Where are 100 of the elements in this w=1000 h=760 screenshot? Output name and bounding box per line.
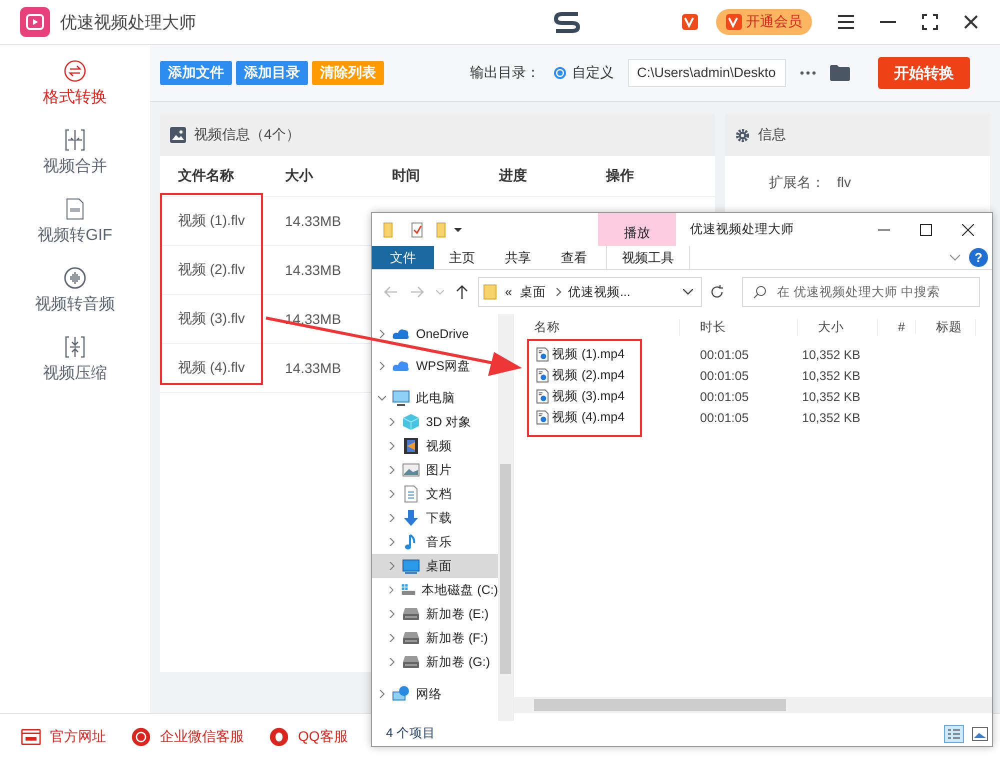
column-header[interactable]: 大小 (798, 318, 878, 336)
sidebar-item[interactable]: 视频合并 (0, 128, 150, 197)
ribbon-tab[interactable]: 主页 (434, 246, 490, 269)
table-cell-text: 14.33MB (284, 213, 342, 229)
panel-title: 信息 (758, 126, 786, 144)
swap-arrows-icon (63, 59, 87, 83)
monitor-icon (402, 557, 420, 575)
column-header: 时间 (391, 167, 421, 185)
video-file-icon (536, 347, 549, 362)
file-row[interactable]: 视频 (4).mp4 00:01:05 10,352 KB (514, 407, 992, 428)
chevron-right-icon[interactable] (388, 490, 396, 498)
column-header[interactable]: 名称 (514, 318, 680, 336)
chevron-right-icon[interactable] (378, 330, 386, 338)
chevron-right-icon[interactable] (388, 610, 396, 618)
maximize-icon[interactable] (920, 224, 932, 236)
chevron-right-icon[interactable] (388, 466, 396, 474)
ribbon-tab[interactable]: 文件 (372, 246, 434, 269)
nav-tree-item[interactable]: 音乐 (372, 530, 498, 554)
up-icon[interactable] (456, 285, 468, 299)
footer-link[interactable]: 官方网址 (20, 727, 106, 747)
column-header[interactable]: 标题 (916, 318, 976, 336)
column-header: 文件名称 (177, 167, 235, 185)
minimize-icon[interactable] (878, 228, 890, 230)
chevron-right-icon[interactable] (388, 538, 396, 546)
file-row[interactable]: 视频 (2).mp4 00:01:05 10,352 KB (514, 365, 992, 386)
sidebar-item[interactable]: 格式转换 (0, 59, 150, 128)
nav-tree-item[interactable]: 文档 (372, 482, 498, 506)
sidebar-item[interactable]: 视频压缩 (0, 335, 150, 404)
file-row[interactable]: 视频 (3).mp4 00:01:05 10,352 KB (514, 386, 992, 407)
nav-tree-item[interactable]: 3D 对象 (372, 410, 498, 434)
s-logo-icon (552, 10, 582, 34)
chevron-right-icon[interactable] (388, 586, 395, 594)
app-logo-icon (20, 7, 50, 37)
chat-icon (130, 727, 152, 747)
radio-button[interactable] (554, 67, 566, 79)
column-header[interactable]: 时长 (680, 318, 798, 336)
help-button[interactable]: ? (969, 248, 988, 267)
ribbon-tab[interactable]: 视频工具 (606, 246, 690, 269)
more-icon[interactable] (800, 71, 816, 75)
gear-icon (735, 128, 750, 142)
chevron-right-icon[interactable] (388, 658, 396, 666)
start-convert-button[interactable]: 开始转换 (878, 57, 970, 89)
footer-link[interactable]: 企业微信客服 (130, 727, 244, 747)
nav-tree-item[interactable]: 新加卷 (G:) (372, 650, 498, 674)
nav-tree-item[interactable]: 图片 (372, 458, 498, 482)
vip-icon[interactable] (682, 14, 698, 30)
sidebar-item[interactable]: 视频转GIF (0, 197, 150, 266)
chevron-right-icon[interactable] (388, 562, 396, 570)
radio-label: 自定义 (572, 64, 614, 82)
nav-tree-item[interactable]: 新加卷 (F:) (372, 626, 498, 650)
compress-icon (63, 335, 87, 359)
search-field[interactable]: 在 优速视频处理大师 中搜索 (742, 277, 980, 307)
table-cell-text: 视频 (3).flv (177, 310, 246, 328)
details-view-icon[interactable] (944, 724, 964, 742)
address-bar[interactable]: « 桌面 优速视频... (478, 277, 702, 307)
scrollbar[interactable] (514, 697, 992, 713)
panel-title: 视频信息（4个） (194, 126, 300, 144)
table-cell-text: 视频 (2).flv (177, 261, 246, 279)
thumbnail-view-icon[interactable] (972, 726, 988, 740)
search-icon (753, 285, 767, 299)
nav-tree-item[interactable]: 桌面 (372, 554, 498, 578)
chevron-down-icon[interactable] (683, 289, 693, 295)
nav-tree-item[interactable]: 本地磁盘 (C:) (372, 578, 498, 602)
nav-tree-item[interactable]: 视频 (372, 434, 498, 458)
output-path-field[interactable]: C:\Users\admin\Deskto (628, 59, 786, 87)
footer-link[interactable]: QQ客服 (268, 727, 348, 747)
close-icon[interactable] (962, 224, 974, 236)
merge-icon (63, 128, 87, 152)
chevron-right-icon[interactable] (388, 514, 396, 522)
refresh-icon[interactable] (710, 285, 724, 299)
chevron-right-icon[interactable] (388, 418, 396, 426)
sidebar-item[interactable]: 视频转音频 (0, 266, 150, 335)
chevron-down-icon[interactable] (378, 394, 386, 402)
table-cell-text: 14.33MB (284, 311, 342, 327)
drive-icon (402, 653, 420, 671)
nav-tree-item[interactable]: 新加卷 (E:) (372, 602, 498, 626)
column-header[interactable]: # (878, 320, 916, 334)
chevron-right-icon[interactable] (378, 690, 386, 698)
drive-icon (402, 629, 420, 647)
menu-icon[interactable] (838, 15, 854, 29)
nav-tree-item[interactable]: 下载 (372, 506, 498, 530)
close-icon[interactable] (964, 15, 978, 29)
fullscreen-icon[interactable] (922, 14, 938, 30)
chevron-right-icon[interactable] (388, 442, 396, 450)
chevron-right-icon[interactable] (378, 362, 386, 370)
ribbon-tab[interactable]: 共享 (490, 246, 546, 269)
nav-tree-item[interactable]: OneDrive (372, 322, 498, 346)
network-icon (392, 685, 410, 703)
chevron-right-icon[interactable] (388, 634, 396, 642)
column-header: 操作 (604, 167, 635, 185)
output-label: 输出目录： (470, 64, 540, 82)
nav-tree-item[interactable]: WPS网盘 (372, 354, 498, 378)
nav-tree-item[interactable]: 此电脑 (372, 386, 498, 410)
nav-tree-item[interactable]: 网络 (372, 682, 498, 706)
ribbon-tab[interactable]: 查看 (546, 246, 602, 269)
scrollbar[interactable] (498, 314, 513, 721)
table-cell-text: 视频 (4).flv (177, 359, 246, 377)
image-icon (170, 127, 186, 143)
folder-icon[interactable] (830, 65, 850, 81)
file-row[interactable]: 视频 (1).mp4 00:01:05 10,352 KB (514, 344, 992, 365)
